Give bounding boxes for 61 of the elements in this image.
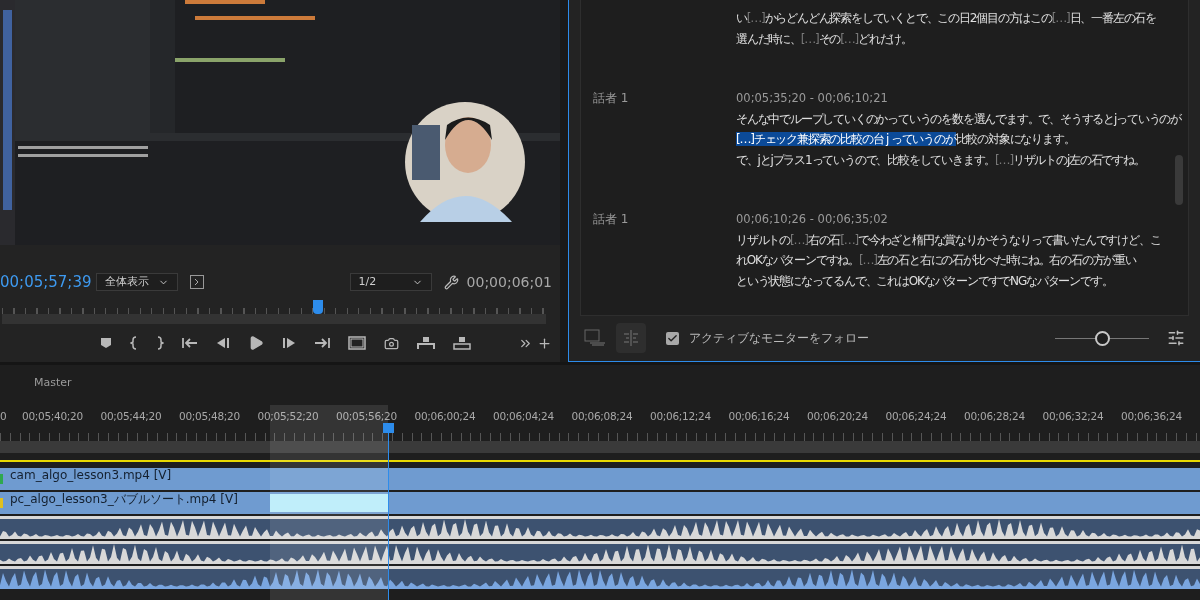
ruler-time-label: 00;06;20;24 — [807, 409, 869, 425]
ruler-time-label: 00;06;12;24 — [650, 409, 712, 425]
align-icon — [622, 329, 640, 347]
video-clip[interactable]: pc_algo_lesson3_バブルソート.mp4 [V] — [0, 492, 1200, 514]
transcript-line: そんな中でループしていくのかっていうのを数を選んでます。で、そうするとjっていうのが — [736, 110, 1181, 128]
transcript-line: れOKなパターンですね。[…]左の石と右にの石が比べた時にね。右の石の方が重い — [736, 252, 1138, 269]
ruler-time-label: 00;05;56;20 — [336, 409, 398, 425]
scrubber-playhead[interactable] — [312, 300, 323, 314]
clip-label: pc_algo_lesson3_バブルソート.mp4 [V] — [10, 492, 238, 507]
ruler-time-label: 00;06;08;24 — [571, 409, 634, 425]
camera-icon[interactable] — [384, 335, 399, 351]
follow-label: アクティブなモニターをフォロー — [689, 330, 869, 347]
sequence-title: Master — [34, 374, 72, 391]
video-clip[interactable]: cam_algo_lesson3.mp4 [V] — [0, 468, 1200, 490]
check-icon — [667, 332, 678, 344]
scrollbar-thumb[interactable] — [1175, 155, 1183, 205]
ruler-time-label: 00;05;40;20 — [22, 409, 84, 425]
overwrite-icon[interactable] — [453, 336, 471, 350]
play-icon[interactable] — [248, 335, 264, 351]
segment-timecode: 00;05;35;20 - 00;06;10;21 — [736, 90, 889, 107]
ruler-time-label: 00;06;04;24 — [493, 409, 555, 425]
go-to-in-icon[interactable] — [182, 336, 198, 350]
timeline-playhead[interactable] — [382, 423, 394, 433]
safe-margins-icon[interactable] — [348, 336, 366, 350]
transcript-line: という状態になってるんで、これはOKなパターンですでNGなパターンです。 — [736, 272, 1114, 290]
ruler-time-label: 00;06;28;24 — [964, 409, 1026, 425]
insert-icon[interactable] — [417, 336, 435, 350]
ruler-time-label: 00;06;24;24 — [885, 409, 948, 425]
speaker-label: 話者 1 — [593, 91, 629, 105]
clip-label: cam_algo_lesson3.mp4 [V] — [10, 468, 172, 483]
add-icon[interactable] — [537, 335, 552, 351]
transcript-line: 選んだ時に、[…]その[…]どれだけ。 — [736, 30, 913, 48]
transcript-line: で、jとjプラス1っていうので、比較をしていきます。[…]リザルトのj左の石ですね。 — [736, 151, 1146, 169]
export-frame-button[interactable] — [190, 275, 204, 289]
ruler-time-label: 00;05;44;20 — [100, 409, 163, 425]
ruler-time-label: 0 — [0, 409, 8, 425]
wrench-icon[interactable] — [443, 274, 459, 290]
ruler-time-label: 00;06;36;24 — [1121, 409, 1183, 425]
ruler-time-label: 00;06;00;24 — [414, 409, 477, 425]
ruler-time-label: 00;06;32;24 — [1042, 409, 1105, 425]
transcript-line: い[…]からどんどん探索をしていくとで、この日2個目の方はこの[…]日、一番左の石を — [736, 10, 1156, 27]
ruler-time-label: 00;05;48;20 — [179, 409, 241, 425]
segment-timecode: 00;06;10;26 - 00;06;35;02 — [736, 211, 889, 228]
zoom-dropdown[interactable]: 全体表示 — [96, 273, 178, 291]
step-back-icon[interactable] — [216, 337, 230, 349]
follow-checkbox[interactable] — [666, 331, 679, 345]
resolution-dropdown[interactable]: 1/2 — [349, 273, 432, 291]
current-timecode: 00;05;57;39 — [0, 271, 93, 293]
mark-out-icon[interactable] — [156, 336, 164, 350]
settings-icon[interactable] — [1167, 329, 1185, 347]
ruler-time-label: 00;05;52;20 — [257, 409, 320, 425]
duration-timecode: 00;00;06;01 — [466, 272, 552, 292]
scrubber-track[interactable] — [2, 300, 546, 326]
go-to-out-icon[interactable] — [314, 336, 330, 350]
marker-icon[interactable] — [100, 337, 112, 349]
mark-in-icon[interactable] — [130, 336, 138, 350]
step-forward-icon[interactable] — [282, 337, 296, 349]
speaker-label: 話者 1 — [593, 212, 629, 226]
ruler-time-label: 00;06;16;24 — [728, 409, 791, 425]
zoom-slider-thumb[interactable] — [1095, 330, 1110, 346]
transcript-line: リザルトの[…]右の石[…]で今わざと楕円な賞なりかそうなりって書いたんですけど、こ — [736, 231, 1161, 249]
